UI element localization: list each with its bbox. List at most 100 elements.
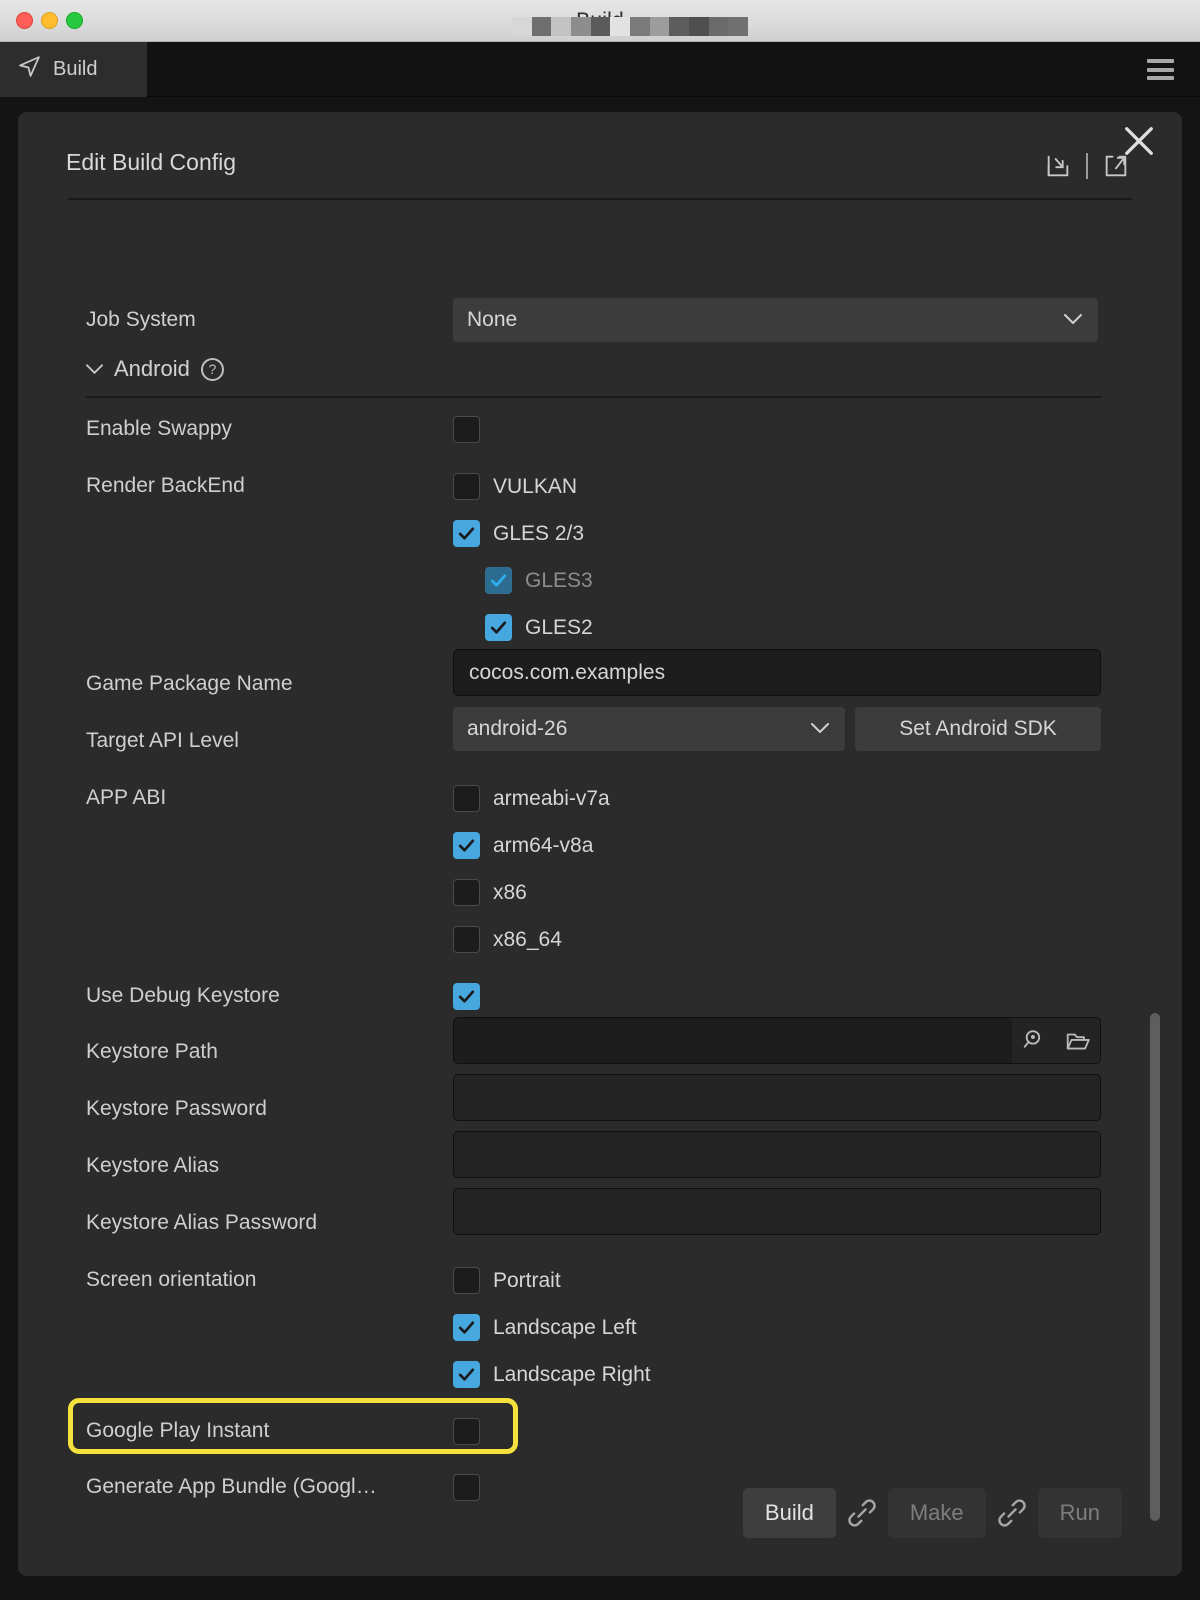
checkbox-label: Landscape Right [493,1363,651,1387]
hamburger-menu-icon[interactable] [1147,59,1174,80]
label-render-backend: Render BackEnd [86,474,436,498]
checkbox-box [453,473,480,500]
chevron-down-icon [86,364,103,375]
checkbox-box [453,832,480,859]
target-api-level-value: android-26 [467,717,567,741]
checkbox-label: arm64-v8a [493,834,593,858]
vertical-scrollbar-thumb[interactable] [1150,1013,1160,1521]
checkbox-label: x86_64 [493,928,562,952]
import-icon[interactable] [1044,152,1072,180]
checkbox-box [453,520,480,547]
check-icon [457,1365,476,1384]
keystore-path-input[interactable] [454,1018,1012,1063]
export-icon[interactable] [1102,152,1130,180]
checkbox-box [453,983,480,1010]
window-titlebar: Build [0,0,1200,42]
keystore-alias-password-input[interactable] [453,1188,1101,1235]
edit-build-config-dialog: Edit Build Config Job System None [18,112,1182,1576]
checkbox-x86-64[interactable]: x86_64 [453,926,562,953]
checkbox-gles2[interactable]: GLES2 [485,614,593,641]
dialog-header-actions [1044,152,1130,180]
job-system-select[interactable]: None [453,298,1098,342]
link-icon[interactable] [845,1496,879,1530]
keystore-alias-input[interactable] [453,1131,1101,1178]
check-icon [457,524,476,543]
redacted-title-region [512,17,748,36]
chevron-down-icon [1064,314,1082,325]
label-keystore-path: Keystore Path [86,1040,436,1064]
check-icon [457,1318,476,1337]
checkbox-box [453,416,480,443]
checkbox-google-play-instant[interactable] [453,1418,480,1445]
target-api-level-select[interactable]: android-26 [453,707,845,751]
keystore-password-input[interactable] [453,1074,1101,1121]
section-header-android[interactable]: Android ? [86,356,224,382]
checkbox-box [485,567,512,594]
label-keystore-password: Keystore Password [86,1097,436,1121]
label-target-api-level: Target API Level [86,729,436,753]
checkbox-landscape-right[interactable]: Landscape Right [453,1361,651,1388]
check-icon [489,571,508,590]
game-package-name-input[interactable]: cocos.com.examples [453,649,1101,696]
checkbox-box [453,1418,480,1445]
label-google-play-instant: Google Play Instant [86,1419,436,1443]
section-label-android: Android [114,356,190,382]
folder-open-icon[interactable] [1056,1018,1100,1063]
checkbox-box [453,1267,480,1294]
keystore-path-field[interactable] [453,1017,1101,1064]
build-button[interactable]: Build [743,1488,836,1538]
checkbox-label: GLES3 [525,569,593,593]
check-icon [457,836,476,855]
config-form-body: Job System None Android ? Enable Swappy … [18,200,1182,1460]
checkbox-use-debug-keystore[interactable] [453,983,480,1010]
checkbox-vulkan[interactable]: VULKAN [453,473,577,500]
checkbox-label: Portrait [493,1269,561,1293]
header-divider [1086,153,1088,179]
checkbox-label: GLES2 [525,616,593,640]
check-icon [457,987,476,1006]
check-icon [489,618,508,637]
tab-build-label: Build [53,58,97,81]
game-package-name-value: cocos.com.examples [469,661,665,685]
checkbox-portrait[interactable]: Portrait [453,1267,561,1294]
checkbox-gles-2-3[interactable]: GLES 2/3 [453,520,584,547]
checkbox-box [453,785,480,812]
checkbox-landscape-left[interactable]: Landscape Left [453,1314,637,1341]
checkbox-box [453,879,480,906]
app-tabstrip: Build [0,42,1200,97]
checkbox-label: armeabi-v7a [493,787,610,811]
checkbox-gles3[interactable]: GLES3 [485,567,593,594]
checkbox-arm64-v8a[interactable]: arm64-v8a [453,832,593,859]
label-use-debug-keystore: Use Debug Keystore [86,984,436,1008]
section-divider [86,396,1102,398]
label-game-package-name: Game Package Name [86,672,436,696]
link-icon[interactable] [995,1496,1029,1530]
send-icon [17,54,42,85]
checkbox-x86[interactable]: x86 [453,879,527,906]
checkbox-enable-swappy[interactable] [453,416,480,443]
make-button[interactable]: Make [888,1488,986,1538]
checkbox-box [453,926,480,953]
help-circle-icon[interactable]: ? [201,358,224,381]
checkbox-armeabi-v7a[interactable]: armeabi-v7a [453,785,610,812]
checkbox-label: x86 [493,881,527,905]
label-app-abi: APP ABI [86,786,436,810]
checkbox-label: VULKAN [493,475,577,499]
checkbox-label: GLES 2/3 [493,522,584,546]
label-job-system: Job System [86,308,436,332]
dialog-title: Edit Build Config [66,149,236,176]
checkbox-label: Landscape Left [493,1316,637,1340]
chevron-down-icon [811,723,829,734]
tab-build[interactable]: Build [0,42,147,97]
label-enable-swappy: Enable Swappy [86,417,436,441]
set-android-sdk-button[interactable]: Set Android SDK [855,707,1101,751]
label-screen-orientation: Screen orientation [86,1268,436,1292]
checkbox-box [453,1361,480,1388]
search-icon[interactable] [1012,1018,1056,1063]
run-button[interactable]: Run [1038,1488,1122,1538]
checkbox-box [453,1314,480,1341]
label-keystore-alias: Keystore Alias [86,1154,436,1178]
dialog-footer: Build Make Run [18,1464,1182,1576]
checkbox-box [485,614,512,641]
job-system-value: None [467,308,517,332]
